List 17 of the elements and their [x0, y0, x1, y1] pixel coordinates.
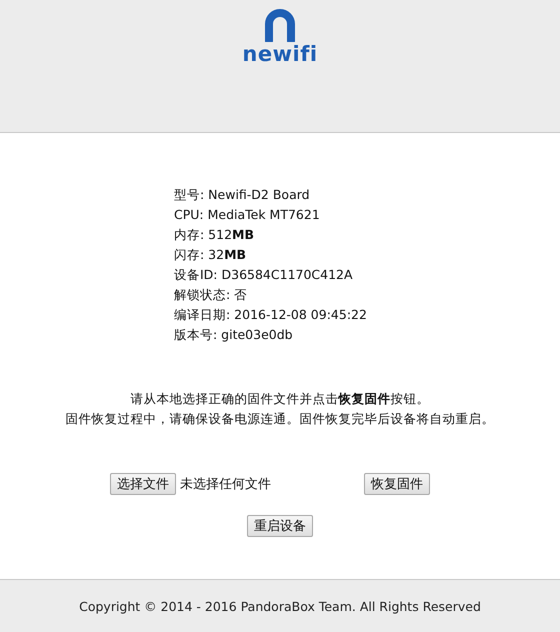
info-line: 内存: 512MB — [174, 226, 256, 244]
notice-text: 请从本地选择正确的固件文件并点击恢复固件按钮。 — [130, 390, 430, 408]
choose-file-button[interactable]: 选择文件 — [110, 473, 176, 495]
logo-text: newifi — [242, 43, 318, 65]
info-line: 版本号: gite03e0db — [174, 326, 294, 344]
info-line: CPU: MediaTek MT7621 — [174, 206, 321, 224]
restore-button[interactable]: 恢复固件 — [364, 473, 430, 495]
logo-icon — [263, 8, 297, 42]
info-line: 设备ID: D36584C1170C412A — [174, 266, 354, 284]
copyright-text: Copyright © 2014 - 2016 PandoraBox Team. All Rights Reserved — [79, 598, 481, 614]
reboot-button[interactable]: 重启设备 — [247, 515, 313, 537]
file-status: 未选择任何文件 — [180, 476, 272, 493]
info-line: 编译日期: 2016-12-08 09:45:22 — [174, 306, 368, 324]
notice-text: 固件恢复过程中，请确保设备电源连通。固件恢复完毕后设备将自动重启。 — [66, 410, 494, 428]
info-line: 型号: Newifi-D2 Board — [174, 186, 311, 204]
info-line: 解锁状态: 否 — [174, 286, 248, 304]
info-line: 闪存: 32MB — [174, 246, 248, 264]
